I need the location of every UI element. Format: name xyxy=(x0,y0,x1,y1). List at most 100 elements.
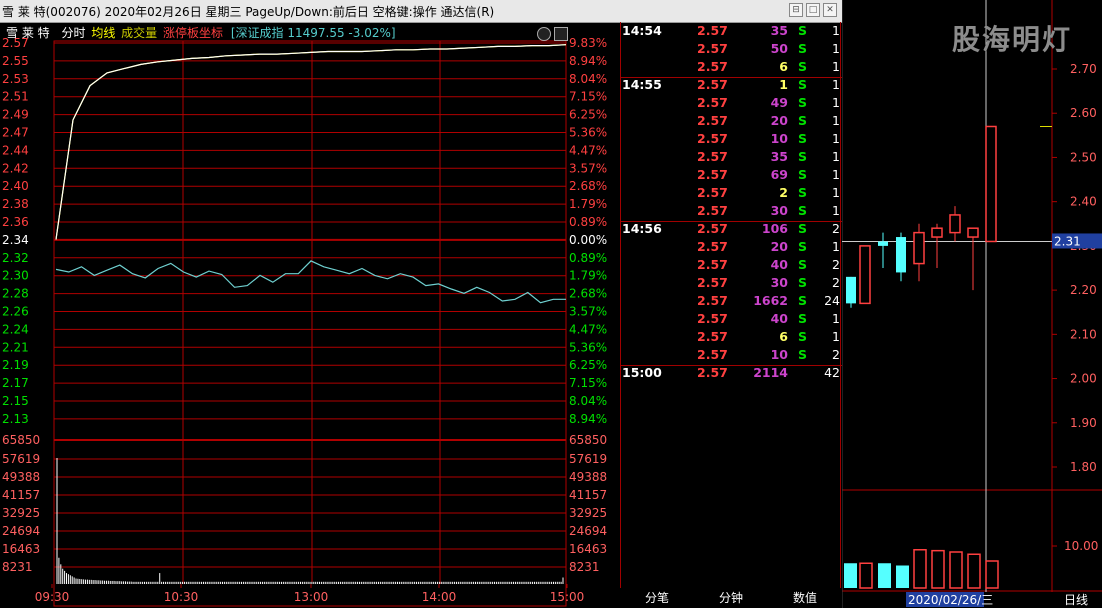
pct-label: 8.94% xyxy=(569,54,607,68)
price-label: 2.17 xyxy=(2,376,29,390)
tab-limit-axis[interactable]: 涨停板坐标 xyxy=(163,26,223,40)
volume-label-left: 16463 xyxy=(2,542,40,556)
window-titlebar: 雪 莱 特(002076) 2020年02月26日 星期三 PageUp/Dow… xyxy=(0,0,842,23)
pct-label: 9.83% xyxy=(569,36,607,50)
candle-body xyxy=(878,241,888,246)
trade-ticks-panel[interactable]: 14:54 2.57 35 S 1 2.57 50 S 1 2.57 6 S 1 14:55 2.57 1 S 1… xyxy=(620,22,842,588)
tab-shuzhi[interactable]: 数值 xyxy=(768,588,842,608)
kline-volume-label: 10.00 xyxy=(1064,539,1098,553)
volume-label-right: 16463 xyxy=(569,542,607,556)
price-label: 2.13 xyxy=(2,412,29,426)
candle-body xyxy=(896,237,906,273)
kline-volume-bar xyxy=(859,562,873,589)
volume-label-right: 57619 xyxy=(569,452,607,466)
volume-label-right: 8231 xyxy=(569,560,600,574)
tab-volume[interactable]: 成交量 xyxy=(121,26,157,40)
tick-panel-tabs: 分笔 分钟 数值 xyxy=(620,588,842,608)
volume-label-left: 41157 xyxy=(2,488,40,502)
intraday-chart[interactable]: 2.57 9.83% 2.55 8.94% 2.53 8.04% 2.51 7.15% 2.49… xyxy=(0,22,620,608)
close-icon[interactable]: ✕ xyxy=(823,3,837,17)
maximize-icon[interactable]: □ xyxy=(806,3,820,17)
kline-price-label: 2.40 xyxy=(1070,195,1097,209)
kline-price-label: 2.00 xyxy=(1070,372,1097,386)
pct-label: 0.00% xyxy=(569,233,607,247)
tab-fenbi[interactable]: 分笔 xyxy=(620,588,694,608)
price-label: 2.40 xyxy=(2,179,29,193)
trade-panel-border xyxy=(620,22,841,588)
volume-label-left: 65850 xyxy=(2,433,40,447)
volume-label-right: 49388 xyxy=(569,470,607,484)
candle-body xyxy=(859,245,871,305)
tab-junxian[interactable]: 均线 xyxy=(91,26,115,40)
volume-label-right: 65850 xyxy=(569,433,607,447)
pct-label: 8.94% xyxy=(569,412,607,426)
chart-header: 雪 莱 特 分时 均线 成交量 涨停板坐标 [深证成指 11497.55 -3.… xyxy=(6,24,396,41)
price-label: 2.28 xyxy=(2,287,29,301)
price-label: 2.24 xyxy=(2,322,29,336)
circle-button-icon[interactable] xyxy=(537,27,551,41)
pct-label: 4.47% xyxy=(569,143,607,157)
kline-period-label: 日线 xyxy=(1064,593,1088,607)
pct-label: 3.57% xyxy=(569,305,607,319)
pct-label: 6.25% xyxy=(569,108,607,122)
volume-label-right: 24694 xyxy=(569,524,607,538)
price-label: 2.51 xyxy=(2,90,29,104)
volume-label-right: 41157 xyxy=(569,488,607,502)
pct-label: 7.15% xyxy=(569,376,607,390)
price-label: 2.32 xyxy=(2,251,29,265)
time-label: 09:30 xyxy=(35,590,70,604)
window-title: 雪 莱 特(002076) 2020年02月26日 星期三 PageUp/Dow… xyxy=(2,5,495,19)
volume-label-right: 32925 xyxy=(569,506,607,520)
restore-icon[interactable]: ⊟ xyxy=(789,3,803,17)
pct-label: 0.89% xyxy=(569,215,607,229)
price-label: 2.30 xyxy=(2,269,29,283)
price-label: 2.44 xyxy=(2,143,29,157)
time-label: 10:30 xyxy=(164,590,199,604)
candle-body xyxy=(949,214,961,234)
pct-label: 8.04% xyxy=(569,72,607,86)
current-price-tag: 2.31 xyxy=(1054,234,1081,248)
kline-panel[interactable]: 2.702.602.502.402.302.202.102.001.901.80… xyxy=(842,0,1102,608)
time-label: 14:00 xyxy=(422,590,457,604)
kline-price-label: 2.60 xyxy=(1070,106,1097,120)
pct-label: 5.36% xyxy=(569,126,607,140)
pct-label: 4.47% xyxy=(569,322,607,336)
intraday-chart-svg[interactable]: 2.57 9.83%2.55 8.94%2.53 8.04%2.51 7.15%2.49… xyxy=(0,22,620,608)
pct-label: 7.15% xyxy=(569,90,607,104)
volume-label-left: 32925 xyxy=(2,506,40,520)
price-label: 2.36 xyxy=(2,215,29,229)
kline-volume-bar xyxy=(844,563,857,588)
square-button-icon[interactable] xyxy=(554,27,568,41)
pct-label: 6.25% xyxy=(569,358,607,372)
avg-price-line xyxy=(55,44,567,240)
price-label: 2.26 xyxy=(2,305,29,319)
time-label: 13:00 xyxy=(294,590,329,604)
kline-volume-bar xyxy=(878,563,891,588)
price-label: 2.38 xyxy=(2,197,29,211)
pct-label: 3.57% xyxy=(569,161,607,175)
pct-label: 1.79% xyxy=(569,197,607,211)
index-info: [深证成指 11497.55 -3.02%] xyxy=(230,26,396,40)
kline-price-label: 2.10 xyxy=(1070,327,1097,341)
tab-fenzhong[interactable]: 分钟 xyxy=(694,588,768,608)
kline-chart-svg[interactable]: 2.702.602.502.402.302.202.102.001.901.80… xyxy=(842,0,1102,608)
price-label: 2.21 xyxy=(2,340,29,354)
watermark-logo: 股海明灯 xyxy=(952,23,1073,56)
pct-label: 1.79% xyxy=(569,269,607,283)
volume-label-left: 24694 xyxy=(2,524,40,538)
volume-label-left: 49388 xyxy=(2,470,40,484)
price-label: 2.47 xyxy=(2,126,29,140)
kline-volume-bar xyxy=(931,549,945,589)
price-label: 2.19 xyxy=(2,358,29,372)
kline-date-label: 2020/02/26/三 xyxy=(908,593,993,607)
chart-frame xyxy=(53,40,567,607)
pct-label: 2.68% xyxy=(569,287,607,301)
kline-volume-bar xyxy=(913,549,927,589)
tab-fenshi[interactable]: 分时 xyxy=(61,26,85,40)
kline-price-label: 2.70 xyxy=(1070,62,1097,76)
price-label: 2.49 xyxy=(2,108,29,122)
kline-volume-bar xyxy=(949,551,963,589)
price-label: 2.53 xyxy=(2,72,29,86)
candle-body xyxy=(913,231,925,265)
pct-label: 2.68% xyxy=(569,179,607,193)
